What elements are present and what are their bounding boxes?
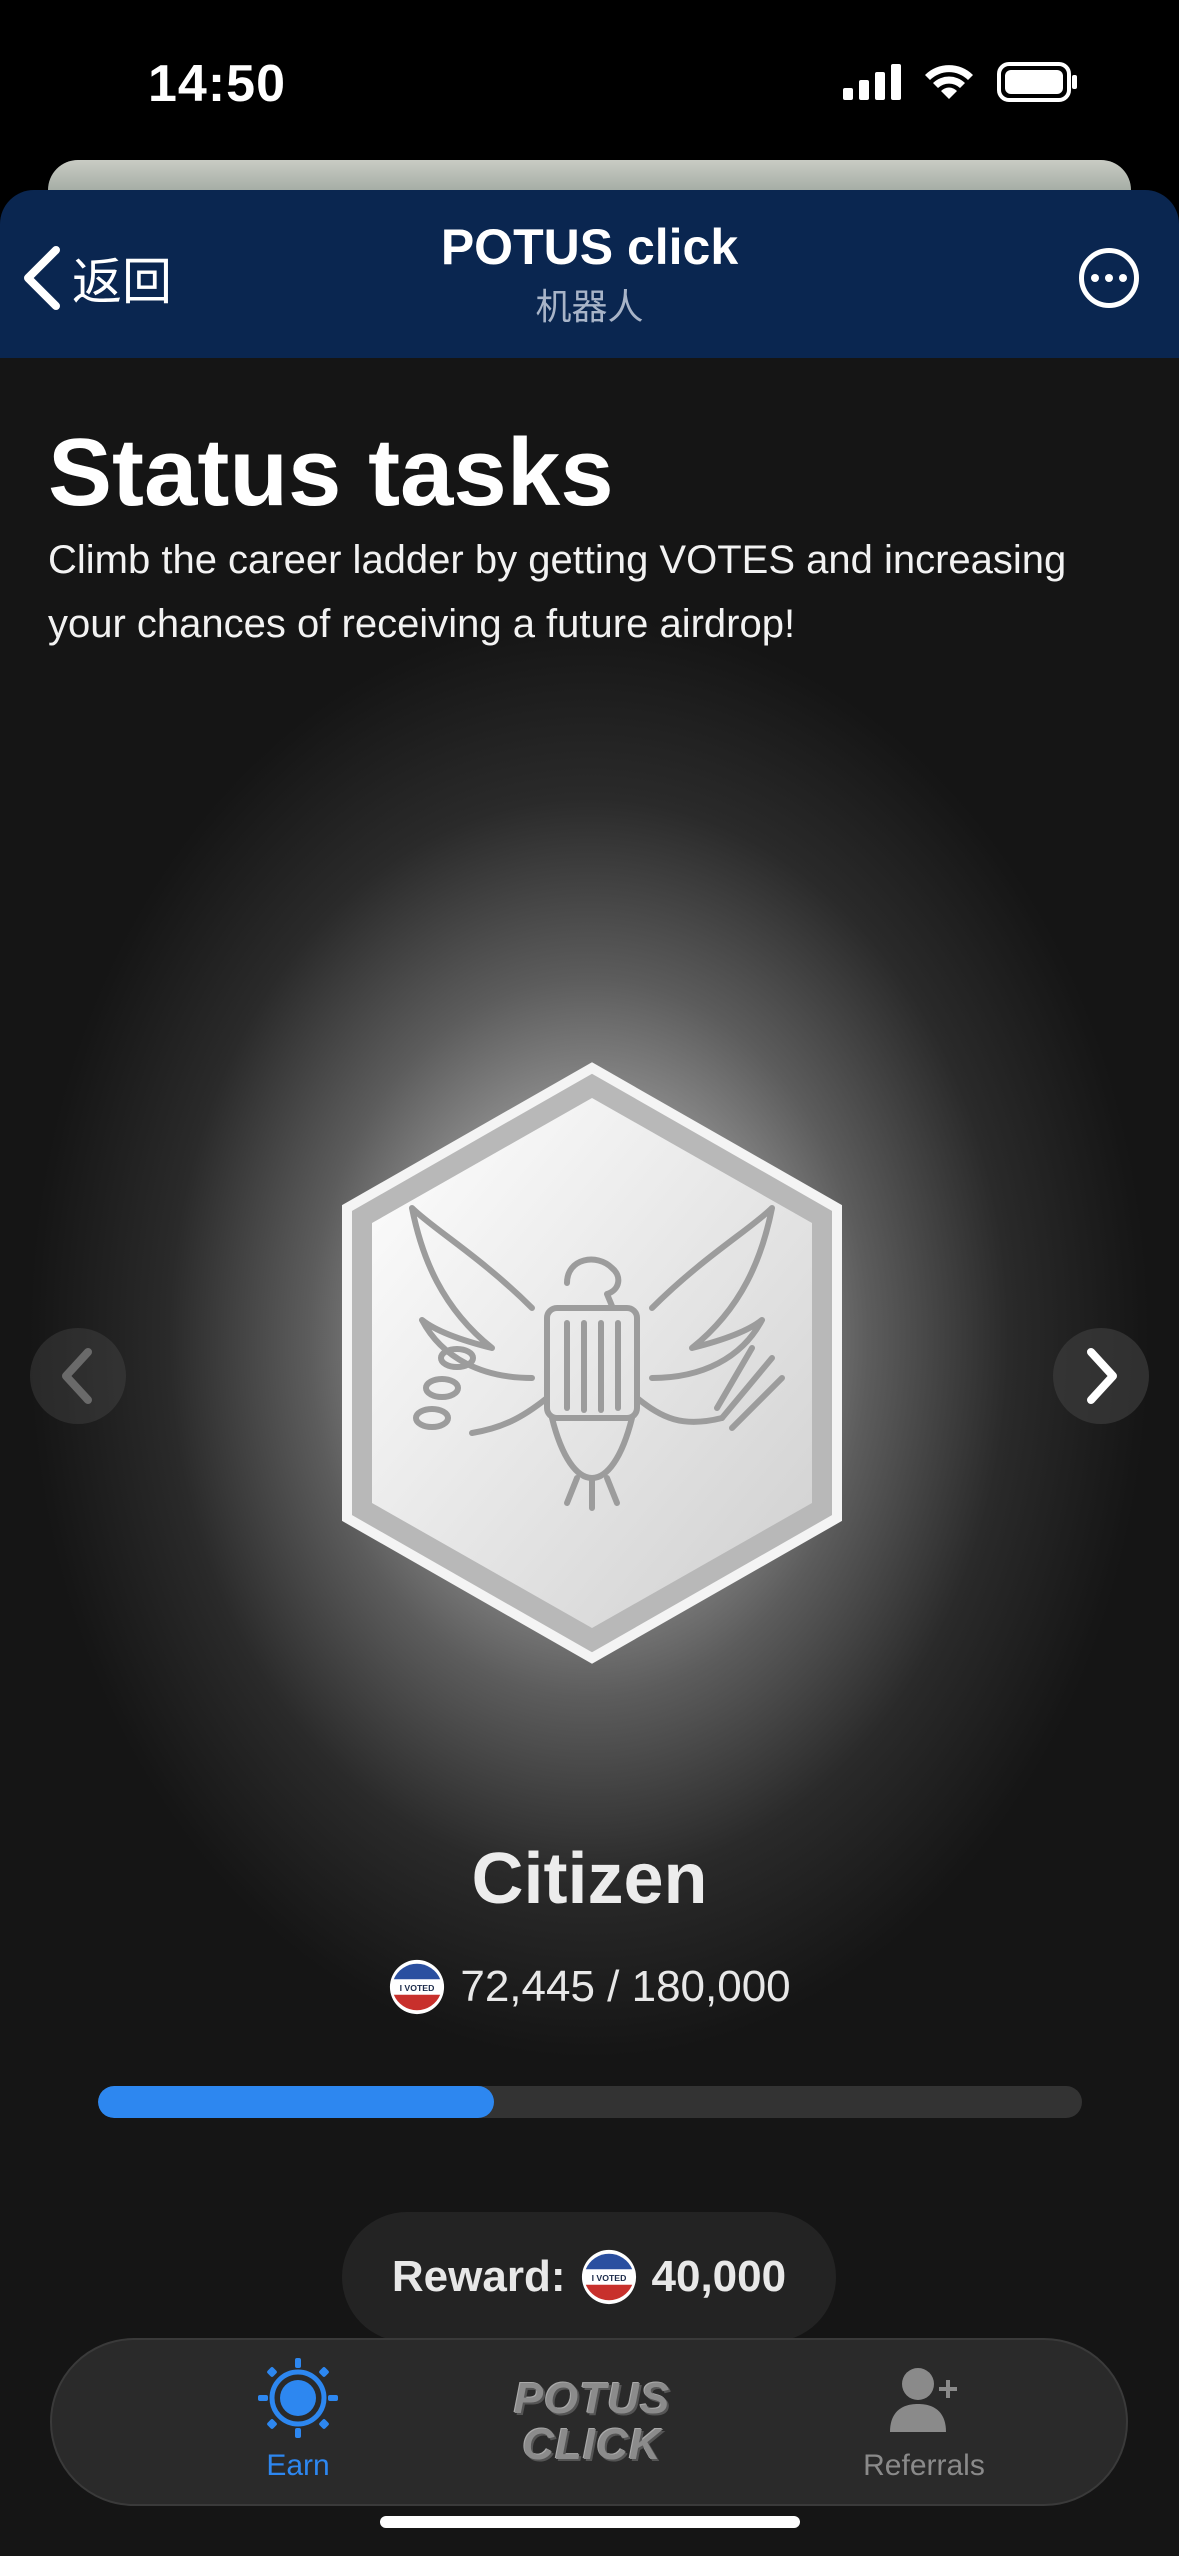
header-titles: POTUS click 机器人: [0, 218, 1179, 330]
logo-line-2: CLICK: [522, 2420, 662, 2469]
reward-pill: Reward: I VOTED 40,000: [342, 2212, 836, 2342]
rank-badge-eagle-icon: [342, 1062, 842, 1664]
more-dots-icon: [1091, 274, 1099, 282]
votes-progress-bar: [98, 2086, 1082, 2118]
battery-icon: [997, 62, 1077, 102]
votes-progress-fill: [98, 2086, 495, 2118]
cellular-signal-icon: [843, 64, 901, 100]
wifi-icon: [925, 65, 973, 99]
rank-name: Citizen: [471, 1839, 708, 1919]
app-subtitle: 机器人: [535, 287, 644, 328]
earn-sun-icon: [258, 2358, 338, 2438]
logo-line-1: POTUS: [513, 2374, 671, 2423]
page-title: Status tasks: [48, 419, 614, 526]
potus-click-logo[interactable]: POTUS CLICK: [512, 2376, 672, 2468]
tab-referrals-label: Referrals: [863, 2449, 985, 2482]
page-description: Climb the career ladder by getting VOTES…: [48, 538, 1067, 646]
next-rank-button[interactable]: [1053, 1328, 1149, 1424]
tab-referrals[interactable]: Referrals: [804, 2358, 1044, 2483]
svg-text:I VOTED: I VOTED: [400, 1983, 435, 1993]
votes-progress-text: 72,445 / 180,000: [460, 1962, 791, 2011]
status-icons: [843, 62, 1079, 102]
app-header: 返回 POTUS click 机器人: [0, 190, 1179, 358]
reward-value: 40,000: [651, 2252, 787, 2301]
home-indicator: [380, 2516, 800, 2528]
previous-rank-button[interactable]: [30, 1328, 126, 1424]
i-voted-coin-icon: I VOTED: [390, 1959, 445, 2015]
status-bar: 14:50: [0, 0, 1179, 160]
more-options-button[interactable]: [1079, 248, 1139, 308]
add-user-icon: [890, 2368, 957, 2432]
chevron-left-icon: [62, 1348, 92, 1404]
bottom-tab-bar: Earn POTUS CLICK Referrals: [50, 2338, 1128, 2506]
tab-earn-label: Earn: [266, 2449, 330, 2482]
svg-text:I VOTED: I VOTED: [591, 2273, 626, 2283]
app-title: POTUS click: [440, 219, 739, 275]
clock: 14:50: [148, 55, 286, 113]
reward-label: Reward:: [391, 2252, 566, 2301]
chevron-right-icon: [1087, 1348, 1117, 1404]
status-tasks-screen: Status tasks Climb the career ladder by …: [0, 358, 1179, 2556]
votes-progress: I VOTED 72,445 / 180,000: [0, 1958, 1179, 2016]
i-voted-coin-icon: I VOTED: [581, 2249, 636, 2305]
tab-earn[interactable]: Earn: [178, 2358, 418, 2483]
